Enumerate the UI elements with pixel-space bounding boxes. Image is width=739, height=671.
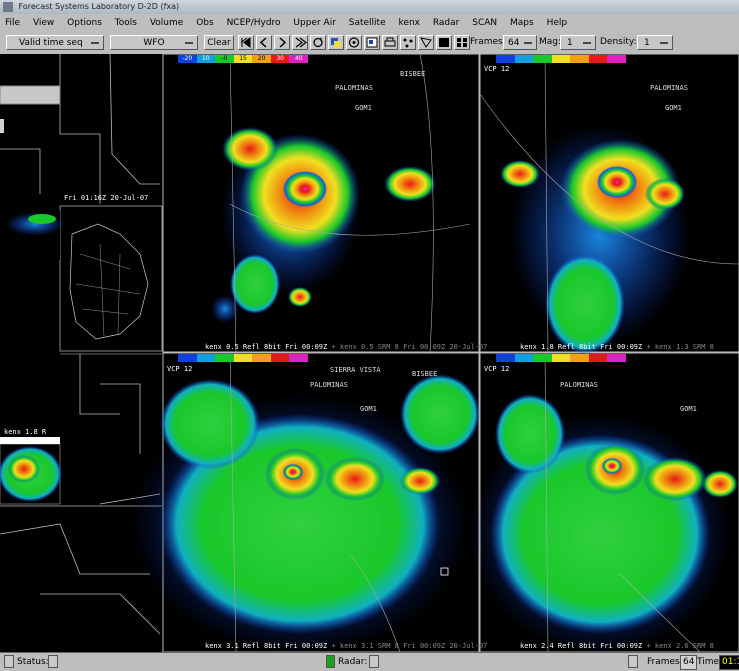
legend-top-left: -20 10 -0 15 20 30 40	[178, 55, 309, 63]
radar-dropdown[interactable]	[369, 655, 379, 668]
image-combine-icon[interactable]	[328, 35, 344, 50]
step-forward-icon[interactable]	[274, 35, 290, 50]
panel2-vcp: VCP 12	[484, 65, 510, 73]
legend-bottom-left	[178, 354, 309, 362]
four-panel-icon[interactable]	[454, 35, 470, 50]
panel2-footer: kenx 1.8 Refl 8bit Fri 00:09Z + kenx 1.3…	[520, 343, 714, 351]
status-bar: Status: Radar: Frames: 64 Time: 01:16	[0, 652, 739, 671]
panel4-vcp: VCP 12	[484, 365, 510, 373]
place-gom1-1: GOM1	[355, 104, 372, 112]
menu-options[interactable]: Options	[62, 14, 107, 32]
single-panel-icon[interactable]	[436, 35, 452, 50]
frames-label: Frames:	[470, 37, 506, 47]
place-gom1-3: GOM1	[360, 405, 377, 413]
menu-help[interactable]: Help	[542, 14, 573, 32]
north-america-inset[interactable]	[59, 205, 163, 352]
legend-bottom-right	[496, 354, 627, 362]
clear-button[interactable]: Clear	[204, 35, 234, 50]
panel3-footer: kenx 3.1 Refl 8bit Fri 00:09Z + kenx 3.1…	[205, 642, 488, 650]
toolbar: Valid time seq WFO Clear Frames: 64 Mag:…	[0, 32, 739, 55]
first-frame-icon[interactable]	[238, 35, 254, 50]
mag-select[interactable]: 1	[560, 35, 596, 50]
menu-scan[interactable]: SCAN	[467, 14, 502, 32]
last-frame-icon[interactable]	[292, 35, 308, 50]
side-overlay-box[interactable]	[0, 85, 61, 105]
mag-label: Mag:	[539, 37, 562, 47]
baseline-icon[interactable]	[418, 35, 434, 50]
menu-kenx[interactable]: kenx	[394, 14, 425, 32]
status-time-value: 01:16	[719, 655, 739, 670]
menu-obs[interactable]: Obs	[191, 14, 219, 32]
time-seq-select[interactable]: Valid time seq	[6, 35, 104, 50]
radar-indicator	[326, 655, 335, 668]
place-palominas-2: PALOMINAS	[650, 84, 688, 92]
menu-ncep-hydro[interactable]: NCEP/Hydro	[222, 14, 286, 32]
panel1-footer: kenx 0.5 Refl 8bit Fri 00:09Z + kenx 0.5…	[205, 343, 488, 351]
menu-file[interactable]: File	[0, 14, 25, 32]
wfo-select[interactable]: WFO	[110, 35, 198, 50]
menu-bar: File View Options Tools Volume Obs NCEP/…	[0, 14, 739, 33]
menu-satellite[interactable]: Satellite	[344, 14, 391, 32]
points-icon[interactable]	[400, 35, 416, 50]
menu-radar[interactable]: Radar	[428, 14, 465, 32]
side-timestamp: Fri 01:16Z 20-Jul-07	[64, 194, 149, 202]
radar-label: Radar:	[338, 657, 368, 667]
status-frames-label: Frames:	[647, 657, 683, 667]
density-label: Density:	[600, 37, 637, 47]
legend-top-right	[496, 55, 627, 63]
place-bisbee-3: BISBEE	[412, 370, 438, 378]
status-label: Status:	[17, 657, 49, 667]
side-radar-thumb-bottom[interactable]	[0, 437, 62, 505]
side-radar-thumb-top[interactable]	[0, 210, 65, 260]
place-bisbee-1: BISBEE	[400, 70, 426, 78]
place-palominas-1: PALOMINAS	[335, 84, 373, 92]
zoom-icon[interactable]	[364, 35, 380, 50]
place-gom1-2: GOM1	[665, 104, 682, 112]
place-palominas-3: PALOMINAS	[310, 381, 348, 389]
window-title-bar[interactable]: Forecast Systems Laboratory D-2D (fxa)	[0, 0, 739, 14]
place-sierra-vista-3: SIERRA VISTA	[330, 366, 381, 374]
frames-select[interactable]: 64	[503, 35, 537, 50]
menu-volume[interactable]: Volume	[145, 14, 188, 32]
loop-icon[interactable]	[310, 35, 326, 50]
step-back-icon[interactable]	[256, 35, 272, 50]
place-gom1-4: GOM1	[680, 405, 697, 413]
menu-view[interactable]: View	[28, 14, 59, 32]
frames-indicator	[628, 655, 638, 668]
panel4-footer: kenx 2.4 Refl 8bit Fri 00:09Z + kenx 2.6…	[520, 642, 714, 650]
panel3-vcp: VCP 12	[167, 365, 193, 373]
rotate-icon[interactable]	[346, 35, 362, 50]
place-palominas-4: PALOMINAS	[560, 381, 598, 389]
density-select[interactable]: 1	[637, 35, 673, 50]
menu-maps[interactable]: Maps	[505, 14, 539, 32]
status-dropdown[interactable]	[48, 655, 58, 668]
menu-upper-air[interactable]: Upper Air	[288, 14, 340, 32]
status-frames-value: 64	[680, 655, 698, 670]
menu-tools[interactable]: Tools	[110, 14, 142, 32]
print-icon[interactable]	[382, 35, 398, 50]
window-menu-icon[interactable]	[3, 2, 13, 12]
window-title: Forecast Systems Laboratory D-2D (fxa)	[18, 2, 180, 11]
display-workspace[interactable]: -20 10 -0 15 20 30 40 VCP 12 VCP 12 VCP …	[0, 54, 739, 652]
radar-display[interactable]	[0, 54, 739, 652]
side-radar-label: kenx 1.8 R	[4, 428, 47, 436]
status-indicator	[4, 655, 14, 668]
side-overlay-stub	[0, 119, 4, 133]
